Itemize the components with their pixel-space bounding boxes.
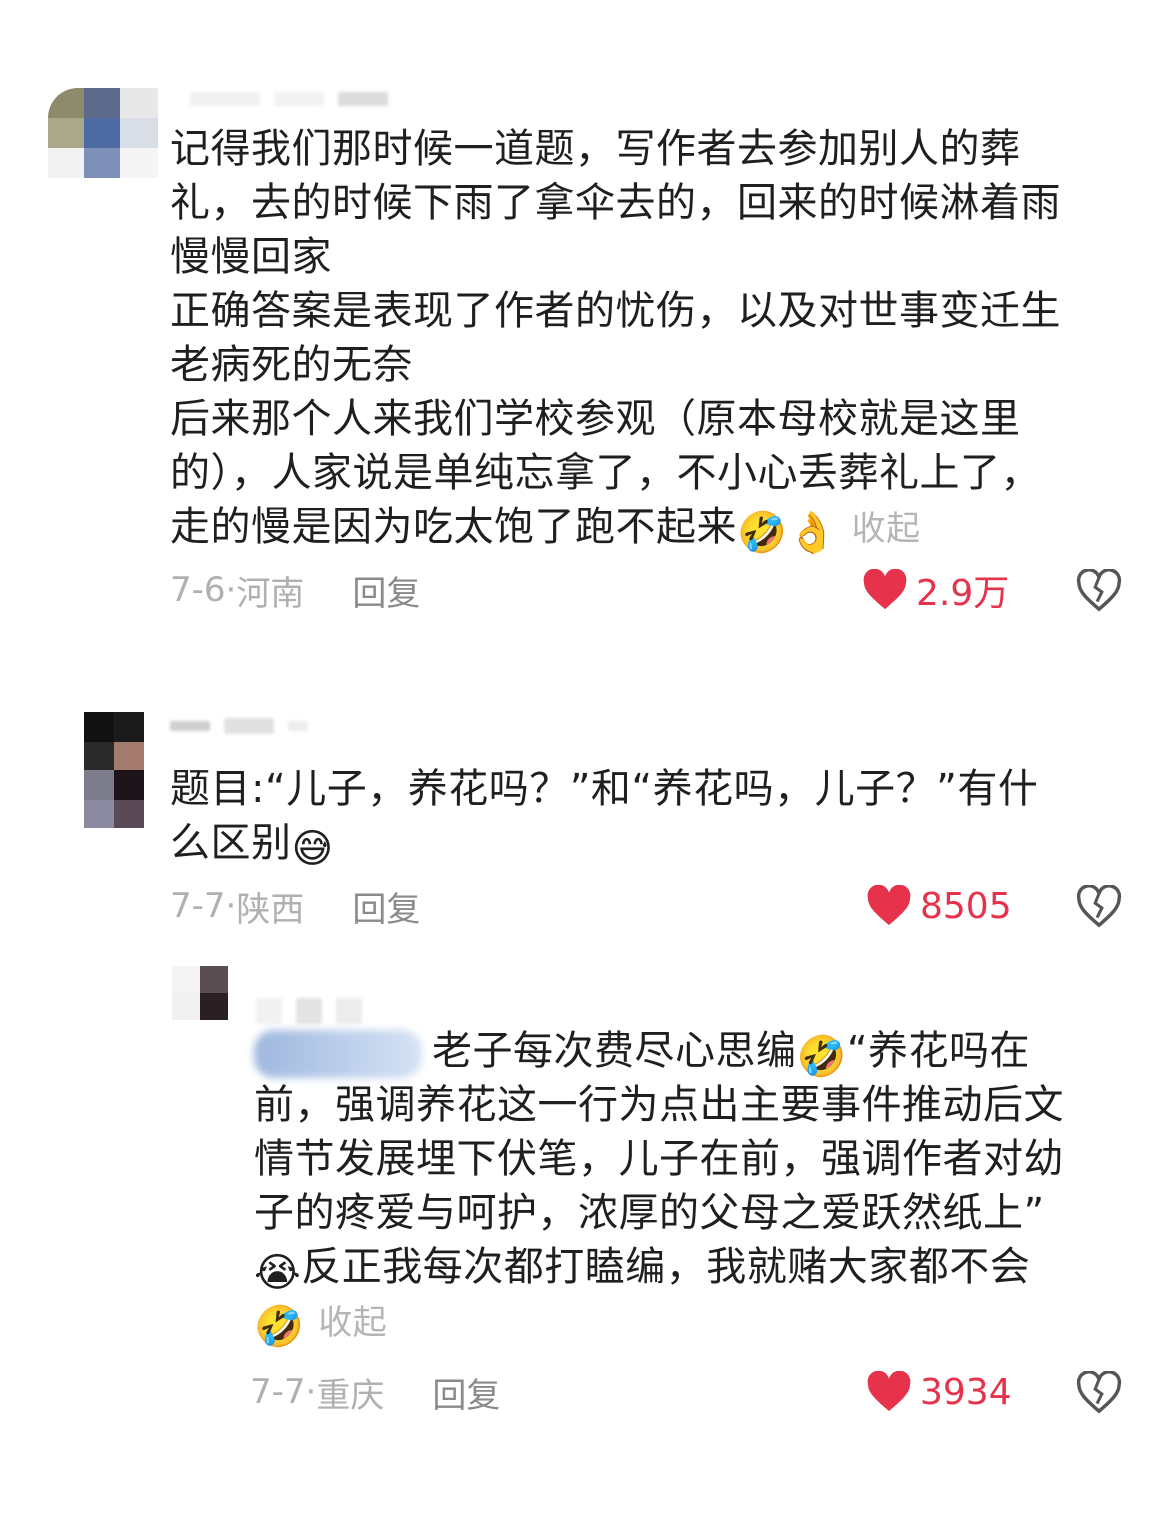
broken-heart-icon[interactable] bbox=[1076, 885, 1122, 929]
rofl-emoji-icon: 🤣 bbox=[796, 1034, 847, 1080]
heart-icon bbox=[867, 1371, 911, 1412]
comment-line: 情节发展埋下伏笔，儿子在前，强调作者对幼 bbox=[254, 1136, 1064, 1182]
comment-text: 记得我们那时候一道题，写作者去参加别人的葬 礼，去的时候下雨了拿伞去的，回来的时… bbox=[170, 122, 1130, 556]
like-count: 8505 bbox=[920, 885, 1012, 927]
comment-date: 7-7· bbox=[170, 886, 237, 926]
comment-text: 老子每次费尽心思编🤣“养花吗在 前，强调养花这一行为点出主要事件推动后文 情节发… bbox=[254, 1024, 1134, 1350]
comment-line: 记得我们那时候一道题，写作者去参加别人的葬 bbox=[170, 126, 1021, 172]
comment-location: 陕西 bbox=[236, 889, 305, 930]
comment-line: 礼，去的时候下雨了拿伞去的，回来的时候淋着雨 bbox=[170, 180, 1061, 226]
comment-line: 老子每次费尽心思编 bbox=[432, 1028, 797, 1074]
comment-line: 后来那个人来我们学校参观（原本母校就是这里 bbox=[170, 396, 1021, 442]
comment-line: 正确答案是表现了作者的忧伤，以及对世事变迁生 bbox=[170, 288, 1061, 334]
avatar[interactable] bbox=[84, 712, 144, 828]
comment-line: 的），人家说是单纯忘拿了，不小心丢葬礼上了， bbox=[170, 450, 1041, 496]
heart-icon bbox=[863, 569, 907, 610]
collapse-link[interactable]: 收起 bbox=[318, 1303, 387, 1343]
comment-meta: 7-6· 河南 回复 bbox=[170, 566, 420, 614]
comment-line: 子的疼爱与呵护，浓厚的父母之爱跃然纸上” bbox=[254, 1190, 1045, 1236]
comment-line: 前，强调养花这一行为点出主要事件推动后文 bbox=[254, 1082, 1064, 1128]
like-count: 2.9万 bbox=[916, 573, 1010, 614]
reply-button[interactable]: 回复 bbox=[352, 566, 420, 615]
username-blurred[interactable] bbox=[190, 92, 388, 106]
crying-emoji-icon: 😭 bbox=[254, 1250, 302, 1296]
comment-line: 么区别 bbox=[170, 820, 292, 866]
comment-line: 老病死的无奈 bbox=[170, 342, 413, 388]
comment-text: 题目:“儿子，养花吗？”和“养花吗，儿子？”有什 么区别😅 bbox=[170, 762, 1130, 870]
collapse-link[interactable]: 收起 bbox=[852, 509, 921, 549]
comment-date: 7-6· bbox=[170, 570, 237, 610]
avatar[interactable] bbox=[172, 966, 228, 1020]
reply-button[interactable]: 回复 bbox=[352, 882, 420, 931]
comment-location: 河南 bbox=[236, 573, 305, 614]
like-count: 3934 bbox=[920, 1371, 1012, 1413]
reply-button[interactable]: 回复 bbox=[432, 1368, 500, 1417]
like-button[interactable]: 3934 bbox=[866, 1368, 1012, 1416]
comment-line: 题目:“儿子，养花吗？”和“养花吗，儿子？”有什 bbox=[170, 766, 1039, 812]
broken-heart-icon[interactable] bbox=[1076, 569, 1122, 613]
sweat-smile-emoji-icon: 😅 bbox=[291, 826, 334, 872]
like-button[interactable]: 8505 bbox=[866, 882, 1012, 930]
heart-icon bbox=[867, 885, 911, 926]
like-button[interactable]: 2.9万 bbox=[862, 566, 1009, 614]
username-blurred[interactable] bbox=[170, 718, 308, 734]
ok-hand-emoji-icon: 👌 bbox=[787, 510, 838, 556]
comment-date: 7-7· bbox=[250, 1372, 317, 1412]
rofl-emoji-icon: 🤣 bbox=[254, 1304, 305, 1350]
comment-location: 重庆 bbox=[316, 1375, 385, 1416]
comment-line: 反正我每次都打瞌编，我就赌大家都不会 bbox=[301, 1244, 1031, 1290]
comment-line: 慢慢回家 bbox=[170, 234, 332, 280]
comment-meta: 7-7· 重庆 回复 bbox=[250, 1368, 500, 1416]
comment-line: 走的慢是因为吃太饱了跑不起来 bbox=[170, 504, 737, 550]
broken-heart-icon[interactable] bbox=[1076, 1371, 1122, 1415]
comment-meta: 7-7· 陕西 回复 bbox=[170, 882, 420, 930]
username-blurred[interactable] bbox=[256, 998, 362, 1024]
avatar[interactable] bbox=[48, 88, 158, 178]
comment-line: “养花吗在 bbox=[846, 1028, 1031, 1074]
rofl-emoji-icon: 🤣 bbox=[737, 510, 788, 556]
